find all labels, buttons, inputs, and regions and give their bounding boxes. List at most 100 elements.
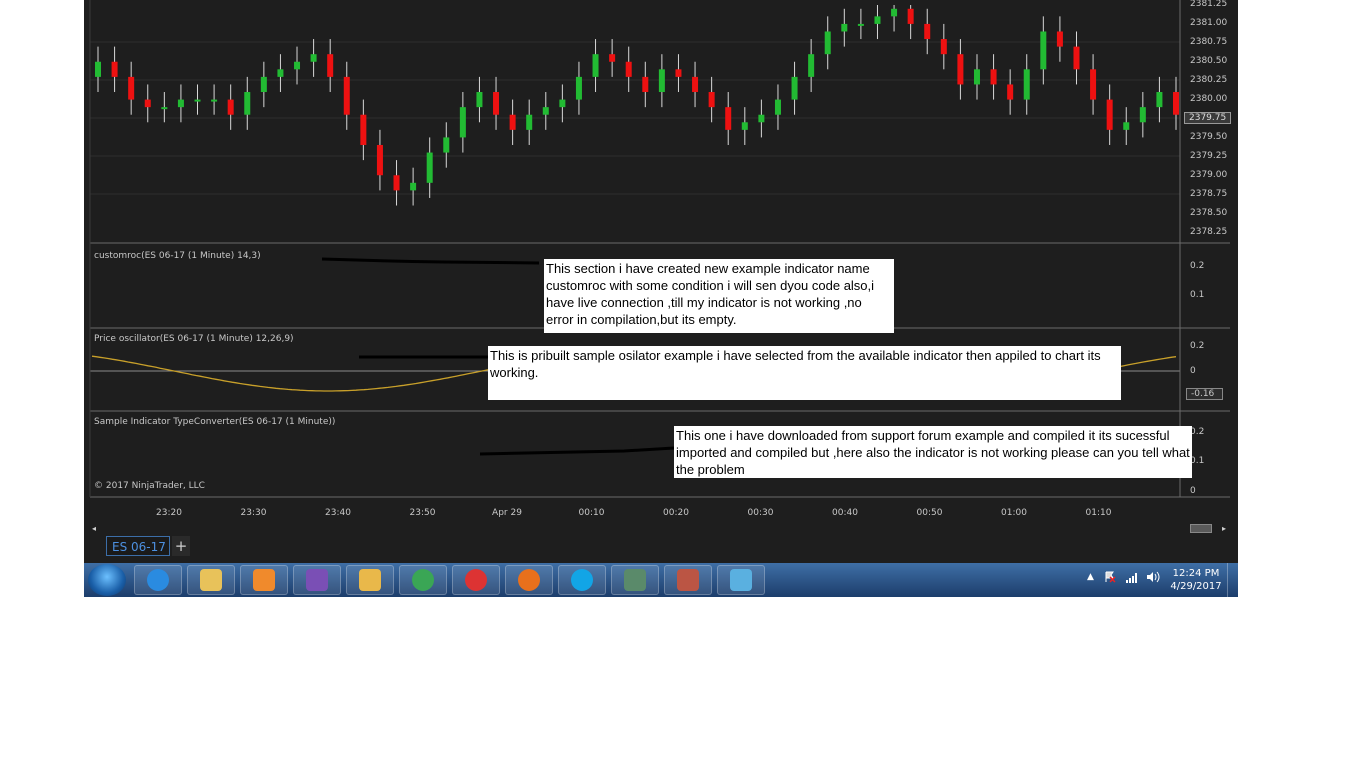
ind3-axis-label: 0.1 [1190,456,1205,466]
time-axis-label: 23:30 [240,508,267,518]
candle-down [990,69,997,85]
candle-up [161,107,168,110]
candle-up [1023,69,1030,100]
time-axis-label: 01:10 [1085,508,1112,518]
candle-up [808,54,815,77]
candle-up [177,99,184,108]
file-explorer-icon [200,569,222,591]
candle-up [824,31,831,55]
chart-tab-bar: ES 06-17 + [84,534,1238,563]
copyright-text: © 2017 NinjaTrader, LLC [94,481,205,491]
media-player-icon [253,569,275,591]
clock-time: 12:24 PM [1172,568,1220,579]
candle-up [1139,107,1146,123]
price-axis-label: 2379.50 [1190,132,1228,142]
candle-up [741,122,748,130]
pen-stroke [321,257,540,265]
taskbar-internet-explorer-button[interactable] [134,565,182,595]
candle-down [692,76,699,93]
taskbar-chrome-button[interactable] [399,565,447,595]
candle-down [957,54,964,85]
show-hidden-icons-icon[interactable]: ▲ [1087,572,1094,582]
action-center-flag-icon[interactable] [1104,571,1116,583]
ninjatrader-chart-window: 2381.25 2381.00 2380.75 2380.50 2380.25 2380.… [84,0,1238,597]
taskbar-file-explorer-button[interactable] [187,565,235,595]
candle-up [410,182,417,191]
candle-up [211,99,218,102]
candle-down [675,69,682,77]
time-axis-label: 23:40 [325,508,351,518]
time-axis-label: 23:20 [156,508,182,518]
ind2-current-value: -0.16 [1186,388,1224,400]
outlook-icon [359,569,381,591]
candle-down [725,107,732,130]
candle-up [658,69,665,93]
price-axis-label: 2380.75 [1190,37,1228,47]
candle-up [476,92,483,108]
candle-up [244,92,251,115]
windows-taskbar: ▲ 12:24 PM 4/29/2017 [84,563,1238,597]
windows-start-button[interactable] [88,564,126,596]
candle-up [459,107,466,138]
candle-up [559,99,566,108]
candle-down [376,144,383,176]
candle-up [973,69,980,85]
price-axis-label: 2378.50 [1190,208,1228,218]
time-axis-label: 00:30 [747,508,774,518]
candle-down [128,76,135,100]
candle-down [924,23,931,40]
candle-down [609,54,616,62]
pen-stroke [479,446,675,456]
show-desktop-button[interactable] [1227,563,1238,597]
taskbar-app-red-dot-button[interactable] [452,565,500,595]
add-tab-button[interactable]: + [172,536,190,556]
candle-up [526,114,533,130]
candle-up [194,99,201,102]
price-axis-label: 2380.50 [1190,56,1228,66]
scroll-right-icon[interactable]: ▸ [1222,524,1226,533]
time-axis-label: Apr 29 [492,508,522,518]
app-badge-icon [677,569,699,591]
candle-up [260,76,267,93]
candle-down [144,99,151,108]
annotation-note-1: This section i have created new example … [544,259,894,333]
volume-icon[interactable] [1146,571,1160,583]
taskbar-skype-button[interactable] [558,565,606,595]
price-axis-label: 2378.75 [1190,189,1228,199]
candle-down [343,76,350,115]
candle-down [493,92,500,115]
time-axis-label: 23:50 [409,508,436,518]
ind2-axis-label: 0.2 [1190,341,1205,351]
candle-down [940,39,947,55]
price-axis-label: 2378.25 [1190,227,1228,237]
candle-down [393,175,400,191]
taskbar-ninjatrader-button[interactable] [611,565,659,595]
time-axis-label: 00:20 [663,508,689,518]
current-price-marker: 2379.75 [1184,112,1232,124]
tab-es-06-17[interactable]: ES 06-17 [106,536,170,556]
candle-down [625,61,632,77]
indicator1-title: customroc(ES 06-17 (1 Minute) 14,3) [94,251,261,261]
taskbar-paint-button[interactable] [717,565,765,595]
candle-down [327,54,334,77]
candle-down [708,92,715,108]
scrollbar-thumb[interactable] [1190,524,1212,533]
taskbar-outlook-button[interactable] [346,565,394,595]
network-icon[interactable] [1126,572,1139,583]
candle-up [310,54,317,62]
taskbar-clock[interactable]: 12:24 PM 4/29/2017 [1168,567,1224,593]
taskbar-media-player-button[interactable] [240,565,288,595]
taskbar-firefox-button[interactable] [505,565,553,595]
ind3-axis-label: 0.2 [1190,427,1205,437]
candle-down [111,61,118,77]
candle-up [1156,92,1163,108]
taskbar-app-badge-button[interactable] [664,565,712,595]
time-axis-label: 00:40 [832,508,858,518]
scroll-left-icon[interactable]: ◂ [92,524,96,533]
candle-up [791,76,798,100]
time-axis-label: 01:00 [1001,508,1027,518]
taskbar-visual-studio-button[interactable] [293,565,341,595]
candle-down [509,114,516,130]
candle-down [642,76,649,93]
candle-up [294,61,301,70]
